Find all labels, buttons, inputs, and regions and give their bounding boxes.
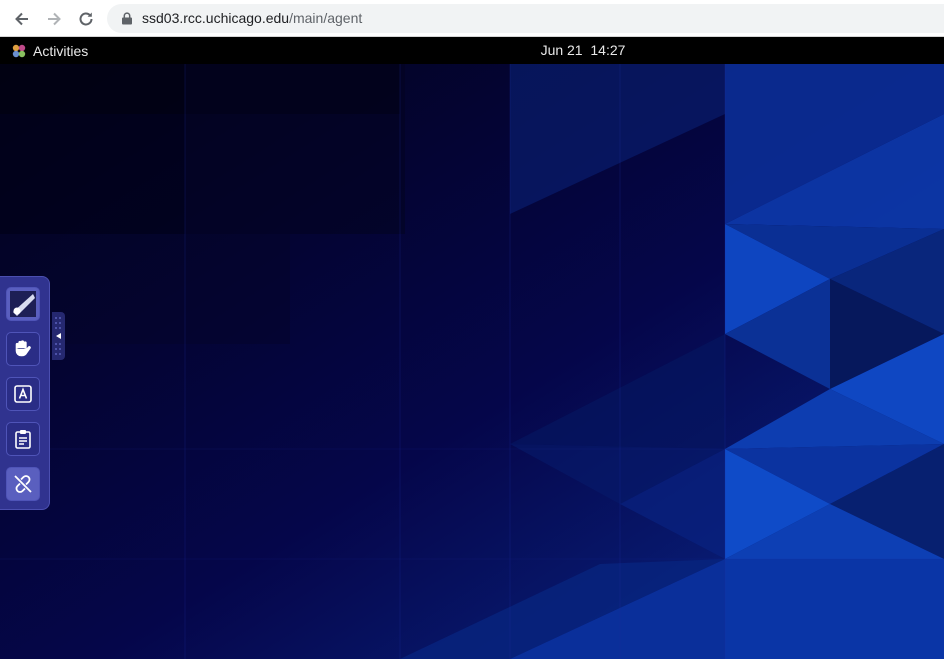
url-path: /main/agent (289, 10, 363, 26)
forward-button[interactable] (43, 8, 65, 30)
keyboard-a-icon (14, 385, 32, 403)
disconnect-icon (14, 475, 32, 493)
back-button[interactable] (11, 8, 33, 30)
clipboard-icon (15, 430, 31, 449)
pen-brush-icon (10, 291, 36, 317)
url-host: ssd03.rcc.uchicago.edu (142, 10, 290, 26)
browser-toolbar: ssd03.rcc.uchicago.edu/main/agent (0, 0, 944, 37)
hand-tool-button[interactable] (6, 332, 40, 366)
wallpaper-pattern (0, 64, 944, 659)
disconnect-button[interactable] (6, 467, 40, 501)
lock-icon (122, 12, 132, 25)
keyboard-button[interactable] (6, 377, 40, 411)
hand-icon (15, 340, 31, 357)
chevron-left-icon (55, 317, 61, 355)
arrow-left-icon (15, 12, 28, 26)
url-text: ssd03.rcc.uchicago.edu/main/agent (142, 10, 362, 27)
address-bar[interactable]: ssd03.rcc.uchicago.edu/main/agent (107, 4, 944, 33)
clock[interactable]: Jun 21 14:27 (0, 37, 944, 64)
desktop-wallpaper (0, 64, 944, 659)
pen-tool-button[interactable] (6, 287, 40, 321)
arrow-right-icon (48, 12, 61, 26)
reload-icon (79, 12, 93, 26)
remote-side-toolbar (0, 276, 50, 510)
clipboard-button[interactable] (6, 422, 40, 456)
reload-button[interactable] (75, 8, 97, 30)
toolbar-collapse-handle[interactable] (52, 312, 65, 360)
gnome-top-bar: Activities Jun 21 14:27 (0, 37, 944, 64)
